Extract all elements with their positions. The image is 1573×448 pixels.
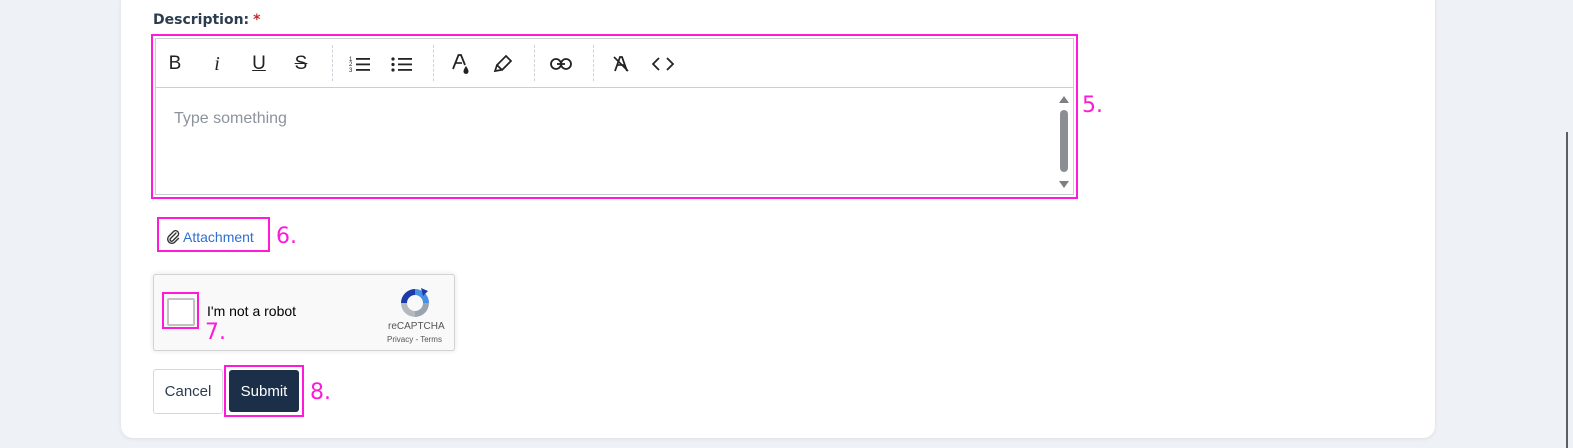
annotation-label-5: 5. — [1082, 93, 1103, 118]
annotation-label-8: 8. — [310, 380, 331, 405]
highlight-box-attachment — [157, 217, 270, 252]
highlight-box-editor — [151, 34, 1078, 199]
recaptcha-links[interactable]: Privacy - Terms — [387, 335, 442, 344]
description-label: Description: * — [153, 12, 260, 28]
annotation-label-7: 7. — [205, 320, 226, 345]
cancel-button[interactable]: Cancel — [153, 369, 223, 414]
annotation-label-6: 6. — [276, 224, 297, 249]
scroll-edge — [1566, 132, 1568, 448]
description-label-text: Description: — [153, 12, 250, 28]
recaptcha-label: I'm not a robot — [207, 303, 297, 319]
recaptcha-logo-icon — [397, 285, 433, 321]
required-mark: * — [253, 12, 261, 28]
highlight-box-submit — [224, 365, 304, 417]
recaptcha-brand: reCAPTCHA — [388, 321, 445, 332]
highlight-box-captcha — [162, 292, 199, 329]
